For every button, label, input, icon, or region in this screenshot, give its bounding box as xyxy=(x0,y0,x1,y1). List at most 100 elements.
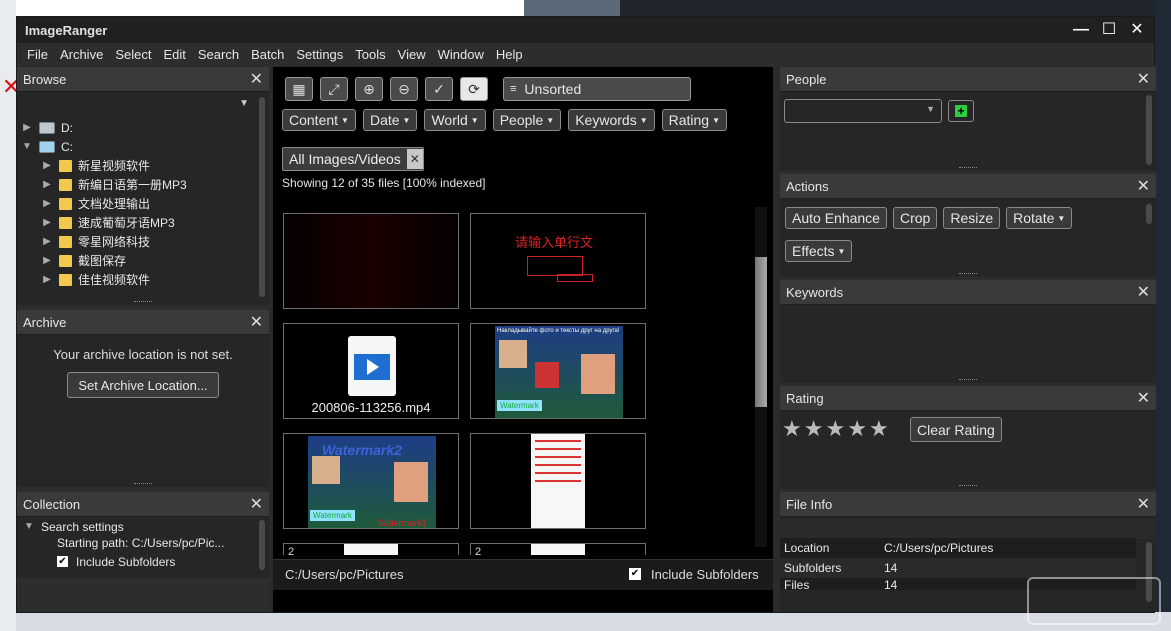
zoom-out-icon[interactable]: ⊖ xyxy=(390,77,418,101)
checkbox-checked-icon[interactable]: ✔ xyxy=(57,556,68,567)
thumbnail-item[interactable]: 200806-113256.mp4 xyxy=(283,323,459,419)
collection-scrollbar[interactable] xyxy=(259,520,265,570)
menu-select[interactable]: Select xyxy=(109,47,157,62)
select-all-icon[interactable]: ✓ xyxy=(425,77,453,101)
close-icon[interactable]: ✕ xyxy=(1137,494,1150,514)
tree-folder[interactable]: ▶ 佳佳视频软件 xyxy=(21,270,269,289)
chevron-down-icon[interactable]: ▼ xyxy=(926,104,935,114)
thumbnail-item[interactable]: Watermark2 Watermark Watermark1 xyxy=(283,433,459,529)
thumbnail-item[interactable]: Накладывайте фото и тексты друг на друга… xyxy=(470,323,646,419)
menu-settings[interactable]: Settings xyxy=(290,47,349,62)
menu-window[interactable]: Window xyxy=(432,47,490,62)
menu-archive[interactable]: Archive xyxy=(54,47,109,62)
filter-people-button[interactable]: People ▼ xyxy=(492,109,562,131)
zoom-in-icon[interactable]: ⊕ xyxy=(355,77,383,101)
filter-world-button[interactable]: World ▼ xyxy=(424,109,486,131)
collapse-arrow-icon[interactable]: ▼ xyxy=(21,141,33,152)
menu-tools[interactable]: Tools xyxy=(349,47,391,62)
expand-arrow-icon[interactable]: ▶ xyxy=(41,255,53,266)
archive-panel: Archive ✕ Your archive location is not s… xyxy=(17,310,269,487)
filter-date-button[interactable]: Date ▼ xyxy=(362,109,418,131)
tree-folder[interactable]: ▶ 截图保存 xyxy=(21,251,269,270)
star-icon[interactable]: ★ xyxy=(825,418,845,440)
expand-arrow-icon[interactable]: ▶ xyxy=(21,122,33,133)
actions-scrollbar[interactable] xyxy=(1146,204,1152,224)
menu-batch[interactable]: Batch xyxy=(245,47,290,62)
browse-path-combo[interactable]: ▼ xyxy=(23,96,255,116)
menu-search[interactable]: Search xyxy=(192,47,245,62)
remove-tag-icon[interactable]: ✕ xyxy=(406,149,423,169)
chevron-down-icon[interactable]: ▼ xyxy=(239,98,249,109)
filter-keywords-button[interactable]: Keywords ▼ xyxy=(568,109,655,131)
close-icon[interactable]: ✕ xyxy=(250,494,263,514)
expand-arrow-icon[interactable]: ▶ xyxy=(41,179,53,190)
resize-button[interactable]: Resize xyxy=(943,207,1001,229)
add-person-button[interactable]: + xyxy=(948,100,974,122)
minimize-icon[interactable]: — xyxy=(1070,19,1092,41)
star-icon[interactable]: ★ xyxy=(782,418,802,440)
tree-folder[interactable]: ▶ 新编日语第一册MP3 xyxy=(21,175,269,194)
expand-arrow-icon[interactable]: ▶ xyxy=(41,274,53,285)
set-archive-location-button[interactable]: Set Archive Location... xyxy=(67,372,219,398)
crop-button[interactable]: Crop xyxy=(892,207,938,229)
menu-view[interactable]: View xyxy=(392,47,432,62)
tree-drive-c[interactable]: ▼ C: xyxy=(21,137,269,156)
grid-view-icon[interactable]: ▦ xyxy=(285,77,313,101)
title-bar[interactable]: ImageRanger — ☐ ✕ xyxy=(17,17,1154,43)
thumbnail-scrollbar-track[interactable] xyxy=(755,207,767,547)
tree-folder[interactable]: ▶ 速成葡萄牙语MP3 xyxy=(21,213,269,232)
close-icon[interactable]: ✕ xyxy=(1137,176,1150,196)
people-scrollbar[interactable] xyxy=(1146,95,1152,165)
filter-rating-button[interactable]: Rating ▼ xyxy=(661,109,727,131)
close-icon[interactable]: ✕ xyxy=(1137,388,1150,408)
panel-resize-grip[interactable] xyxy=(134,483,152,487)
expand-arrow-icon[interactable]: ▶ xyxy=(41,160,53,171)
menu-edit[interactable]: Edit xyxy=(157,47,191,62)
clear-rating-button[interactable]: Clear Rating xyxy=(910,417,1002,442)
thumbnail-scrollbar-thumb[interactable] xyxy=(755,257,767,407)
maximize-icon[interactable]: ☐ xyxy=(1098,19,1120,41)
thumbnail-item[interactable] xyxy=(470,433,646,529)
auto-enhance-button[interactable]: Auto Enhance xyxy=(785,207,887,229)
close-icon[interactable]: ✕ xyxy=(250,312,263,332)
close-icon[interactable]: ✕ xyxy=(1137,282,1150,302)
tree-folder[interactable]: ▶ 新星视频软件 xyxy=(21,156,269,175)
search-settings-row[interactable]: ▼ Search settings xyxy=(23,517,269,536)
close-icon[interactable]: ✕ xyxy=(1137,69,1150,89)
close-icon[interactable]: ✕ xyxy=(1126,19,1148,41)
thumbnail-item[interactable] xyxy=(283,213,459,309)
effects-button[interactable]: Effects ▼ xyxy=(785,240,853,262)
thumbnail-item[interactable]: 2 xyxy=(470,543,646,555)
panel-resize-grip[interactable] xyxy=(959,273,977,277)
panel-resize-grip[interactable] xyxy=(134,301,152,305)
chevron-down-icon: ▼ xyxy=(402,115,411,125)
expand-arrow-icon[interactable]: ▶ xyxy=(41,236,53,247)
rating-stars[interactable]: ★ ★ ★ ★ ★ xyxy=(782,418,889,440)
panel-resize-grip[interactable] xyxy=(959,379,977,383)
panel-resize-grip[interactable] xyxy=(959,167,977,171)
sort-selector[interactable]: ≡ Unsorted xyxy=(503,77,691,101)
menu-help[interactable]: Help xyxy=(490,47,529,62)
checkbox-checked-icon[interactable]: ✔ xyxy=(629,568,641,580)
panel-resize-grip[interactable] xyxy=(959,485,977,489)
tree-drive-d[interactable]: ▶ D: xyxy=(21,118,269,137)
rotate-button[interactable]: Rotate ▼ xyxy=(1006,207,1073,229)
collapse-arrow-icon[interactable]: ▼ xyxy=(23,521,35,532)
people-combo[interactable]: ▼ xyxy=(784,99,942,123)
filter-content-button[interactable]: Content ▼ xyxy=(282,109,356,131)
thumbnail-item[interactable]: 2 xyxy=(283,543,459,555)
include-subfolders-row[interactable]: ✔ Include Subfolders xyxy=(23,553,269,570)
close-icon[interactable]: ✕ xyxy=(250,69,263,89)
tree-folder[interactable]: ▶ 文档处理输出 xyxy=(21,194,269,213)
menu-file[interactable]: File xyxy=(21,47,54,62)
expand-arrow-icon[interactable]: ▶ xyxy=(41,217,53,228)
star-icon[interactable]: ★ xyxy=(804,418,824,440)
refresh-icon[interactable]: ⟳ xyxy=(460,77,488,101)
expand-arrow-icon[interactable]: ▶ xyxy=(41,198,53,209)
thumbnail-item[interactable]: 请输入单行文 xyxy=(470,213,646,309)
fit-screen-icon[interactable]: ⤢ xyxy=(320,77,348,101)
tree-folder[interactable]: ▶ 零星网络科技 xyxy=(21,232,269,251)
star-icon[interactable]: ★ xyxy=(869,418,889,440)
star-icon[interactable]: ★ xyxy=(847,418,867,440)
browse-scrollbar[interactable] xyxy=(259,97,265,297)
